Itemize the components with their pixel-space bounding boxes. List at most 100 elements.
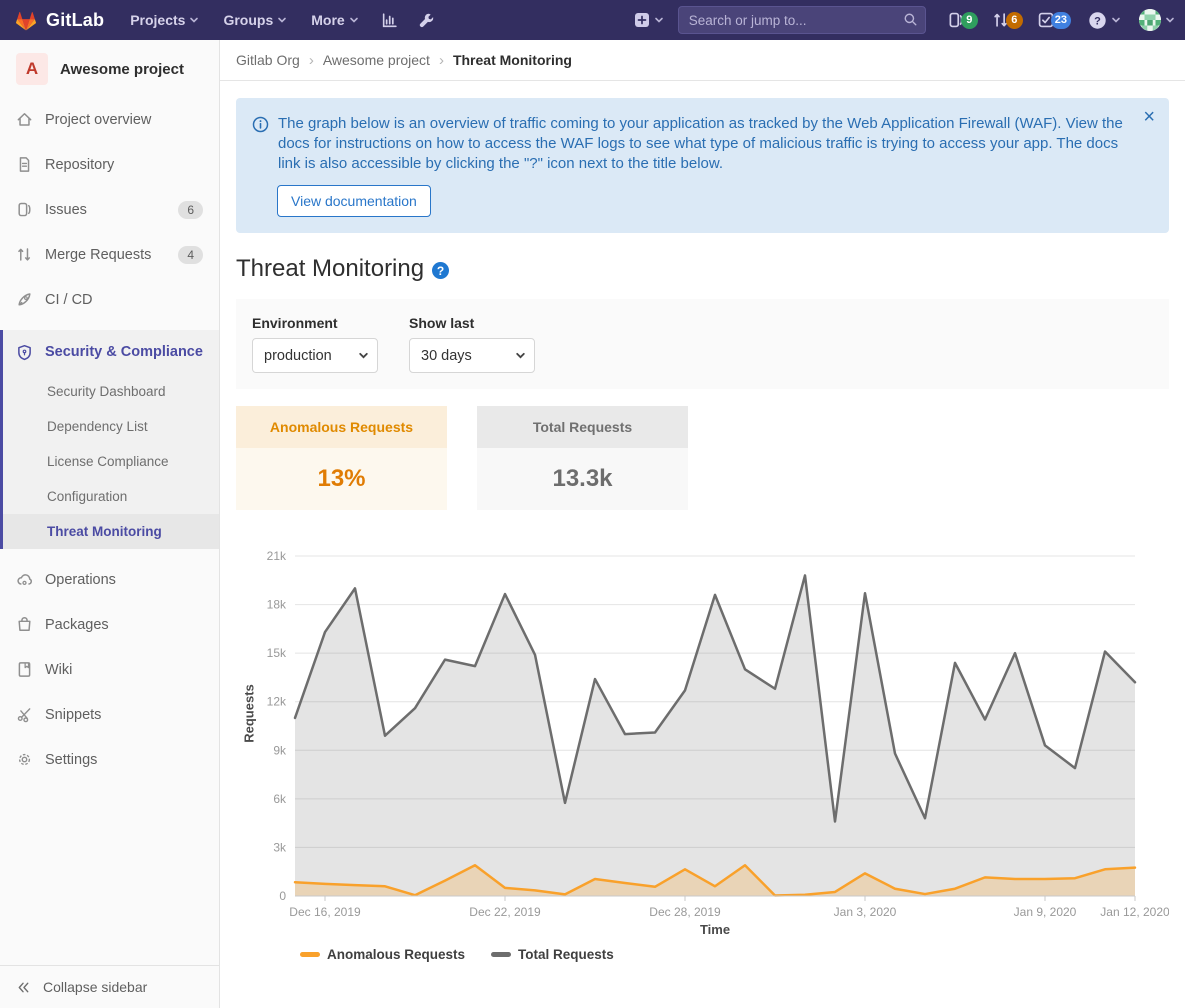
merge-request-icon [16,246,33,263]
avatar [1139,9,1161,31]
anomalous-requests-card[interactable]: Anomalous Requests 13% [236,406,447,510]
double-chevron-left-icon [16,980,31,995]
title-help-icon[interactable]: ? [432,262,449,279]
sidebar-item-settings[interactable]: Settings [0,737,219,782]
svg-text:Jan 3, 2020: Jan 3, 2020 [834,905,897,919]
alert-message: The graph below is an overview of traffi… [278,114,1125,174]
chevron-down-icon [189,15,199,25]
user-menu[interactable] [1131,9,1175,31]
show-last-select[interactable]: 30 days [409,338,535,373]
legend-swatch-anomalous [300,952,320,957]
breadcrumb-group[interactable]: Gitlab Org [236,52,300,68]
nav-menu-more[interactable]: More [299,0,370,40]
close-icon[interactable]: × [1143,107,1155,127]
package-icon [16,616,33,633]
top-navbar: GitLab Projects Groups More [0,0,1185,40]
nav-menu-projects[interactable]: Projects [118,0,211,40]
cloud-icon [16,571,33,588]
project-avatar: A [16,53,48,85]
issues-count-pill: 6 [178,201,203,219]
total-requests-card[interactable]: Total Requests 13.3k [477,406,688,510]
sidebar-item-issues[interactable]: Issues 6 [0,187,219,232]
search-input[interactable] [678,6,926,34]
issues-icon [16,201,33,218]
merge-requests-count-badge: 6 [1006,12,1023,29]
svg-text:15k: 15k [267,646,287,660]
sidebar-subitem-security-dashboard[interactable]: Security Dashboard [3,374,219,409]
sidebar-item-snippets[interactable]: Snippets [0,692,219,737]
svg-text:Dec 28, 2019: Dec 28, 2019 [649,905,721,919]
svg-text:Jan 12, 2020: Jan 12, 2020 [1100,905,1169,919]
sidebar-project-header[interactable]: A Awesome project [0,40,219,97]
merge-requests-count-pill: 4 [178,246,203,264]
view-documentation-button[interactable]: View documentation [277,185,431,217]
legend-item-total-requests[interactable]: Total Requests [491,947,614,962]
svg-text:21k: 21k [267,549,287,563]
rocket-icon [16,291,33,308]
environment-select[interactable]: production [252,338,378,373]
y-axis-label: Requests [242,669,257,759]
svg-text:?: ? [1094,15,1101,27]
breadcrumb-project[interactable]: Awesome project [323,52,430,68]
svg-text:Dec 16, 2019: Dec 16, 2019 [289,905,361,919]
sidebar-subitem-configuration[interactable]: Configuration [3,479,219,514]
wiki-book-icon [16,661,33,678]
merge-requests-counter[interactable]: 6 [985,11,1030,29]
todos-counter[interactable]: 23 [1030,11,1078,29]
svg-text:3k: 3k [273,840,287,854]
sidebar-item-security-compliance[interactable]: Security & Compliance [3,330,219,374]
chevron-down-icon [1165,15,1175,25]
logo-text: GitLab [46,10,104,31]
sidebar-subitem-threat-monitoring[interactable]: Threat Monitoring [3,514,219,549]
legend-swatch-total [491,952,511,957]
total-requests-value: 13.3k [477,448,688,510]
project-sidebar: A Awesome project Project overview Repos… [0,40,220,1008]
show-last-label: Show last [409,315,535,331]
issues-counter[interactable]: 9 [940,11,985,29]
wrench-icon [418,12,435,29]
collapse-sidebar-button[interactable]: Collapse sidebar [0,965,219,1008]
x-axis-label: Time [261,922,1169,937]
legend-item-anomalous-requests[interactable]: Anomalous Requests [300,947,465,962]
breadcrumb-separator: › [309,52,314,69]
sidebar-item-merge-requests[interactable]: Merge Requests 4 [0,232,219,277]
analytics-button[interactable] [371,0,408,40]
search-icon [903,12,918,27]
chevron-down-icon [277,15,287,25]
page-title: Threat Monitoring [236,255,424,283]
global-search [678,6,926,34]
nav-menu-groups[interactable]: Groups [211,0,299,40]
total-requests-label: Total Requests [477,406,688,448]
svg-text:0: 0 [279,889,286,903]
traffic-chart: Requests 03k6k9k12k15k18k21kDec 16, 2019… [236,536,1169,962]
anomalous-requests-label: Anomalous Requests [236,406,447,448]
anomalous-requests-value: 13% [236,448,447,510]
admin-area-button[interactable] [408,0,445,40]
chevron-down-icon [654,15,664,25]
sidebar-item-repository[interactable]: Repository [0,142,219,187]
sidebar-item-operations[interactable]: Operations [0,557,219,602]
breadcrumb-separator: › [439,52,444,69]
svg-text:6k: 6k [273,792,287,806]
environment-label: Environment [252,315,378,331]
sidebar-item-packages[interactable]: Packages [0,602,219,647]
home-icon [16,111,33,128]
sidebar-item-project-overview[interactable]: Project overview [0,97,219,142]
plus-square-icon [634,12,650,28]
gitlab-logo[interactable]: GitLab [14,9,104,32]
tanuki-icon [14,9,38,32]
sidebar-subitem-license-compliance[interactable]: License Compliance [3,444,219,479]
info-icon [252,116,269,133]
chevron-down-icon [349,15,359,25]
new-menu[interactable] [624,12,674,28]
svg-text:Dec 22, 2019: Dec 22, 2019 [469,905,541,919]
help-menu[interactable]: ? [1078,11,1131,30]
sidebar-item-wiki[interactable]: Wiki [0,647,219,692]
issues-count-badge: 9 [961,12,978,29]
summary-stats: Anomalous Requests 13% Total Requests 13… [236,406,1169,510]
gear-icon [16,751,33,768]
chart-plot-area[interactable]: 03k6k9k12k15k18k21kDec 16, 2019Dec 22, 2… [236,536,1169,920]
sidebar-subitem-dependency-list[interactable]: Dependency List [3,409,219,444]
svg-text:Jan 9, 2020: Jan 9, 2020 [1014,905,1077,919]
sidebar-item-ci-cd[interactable]: CI / CD [0,277,219,322]
